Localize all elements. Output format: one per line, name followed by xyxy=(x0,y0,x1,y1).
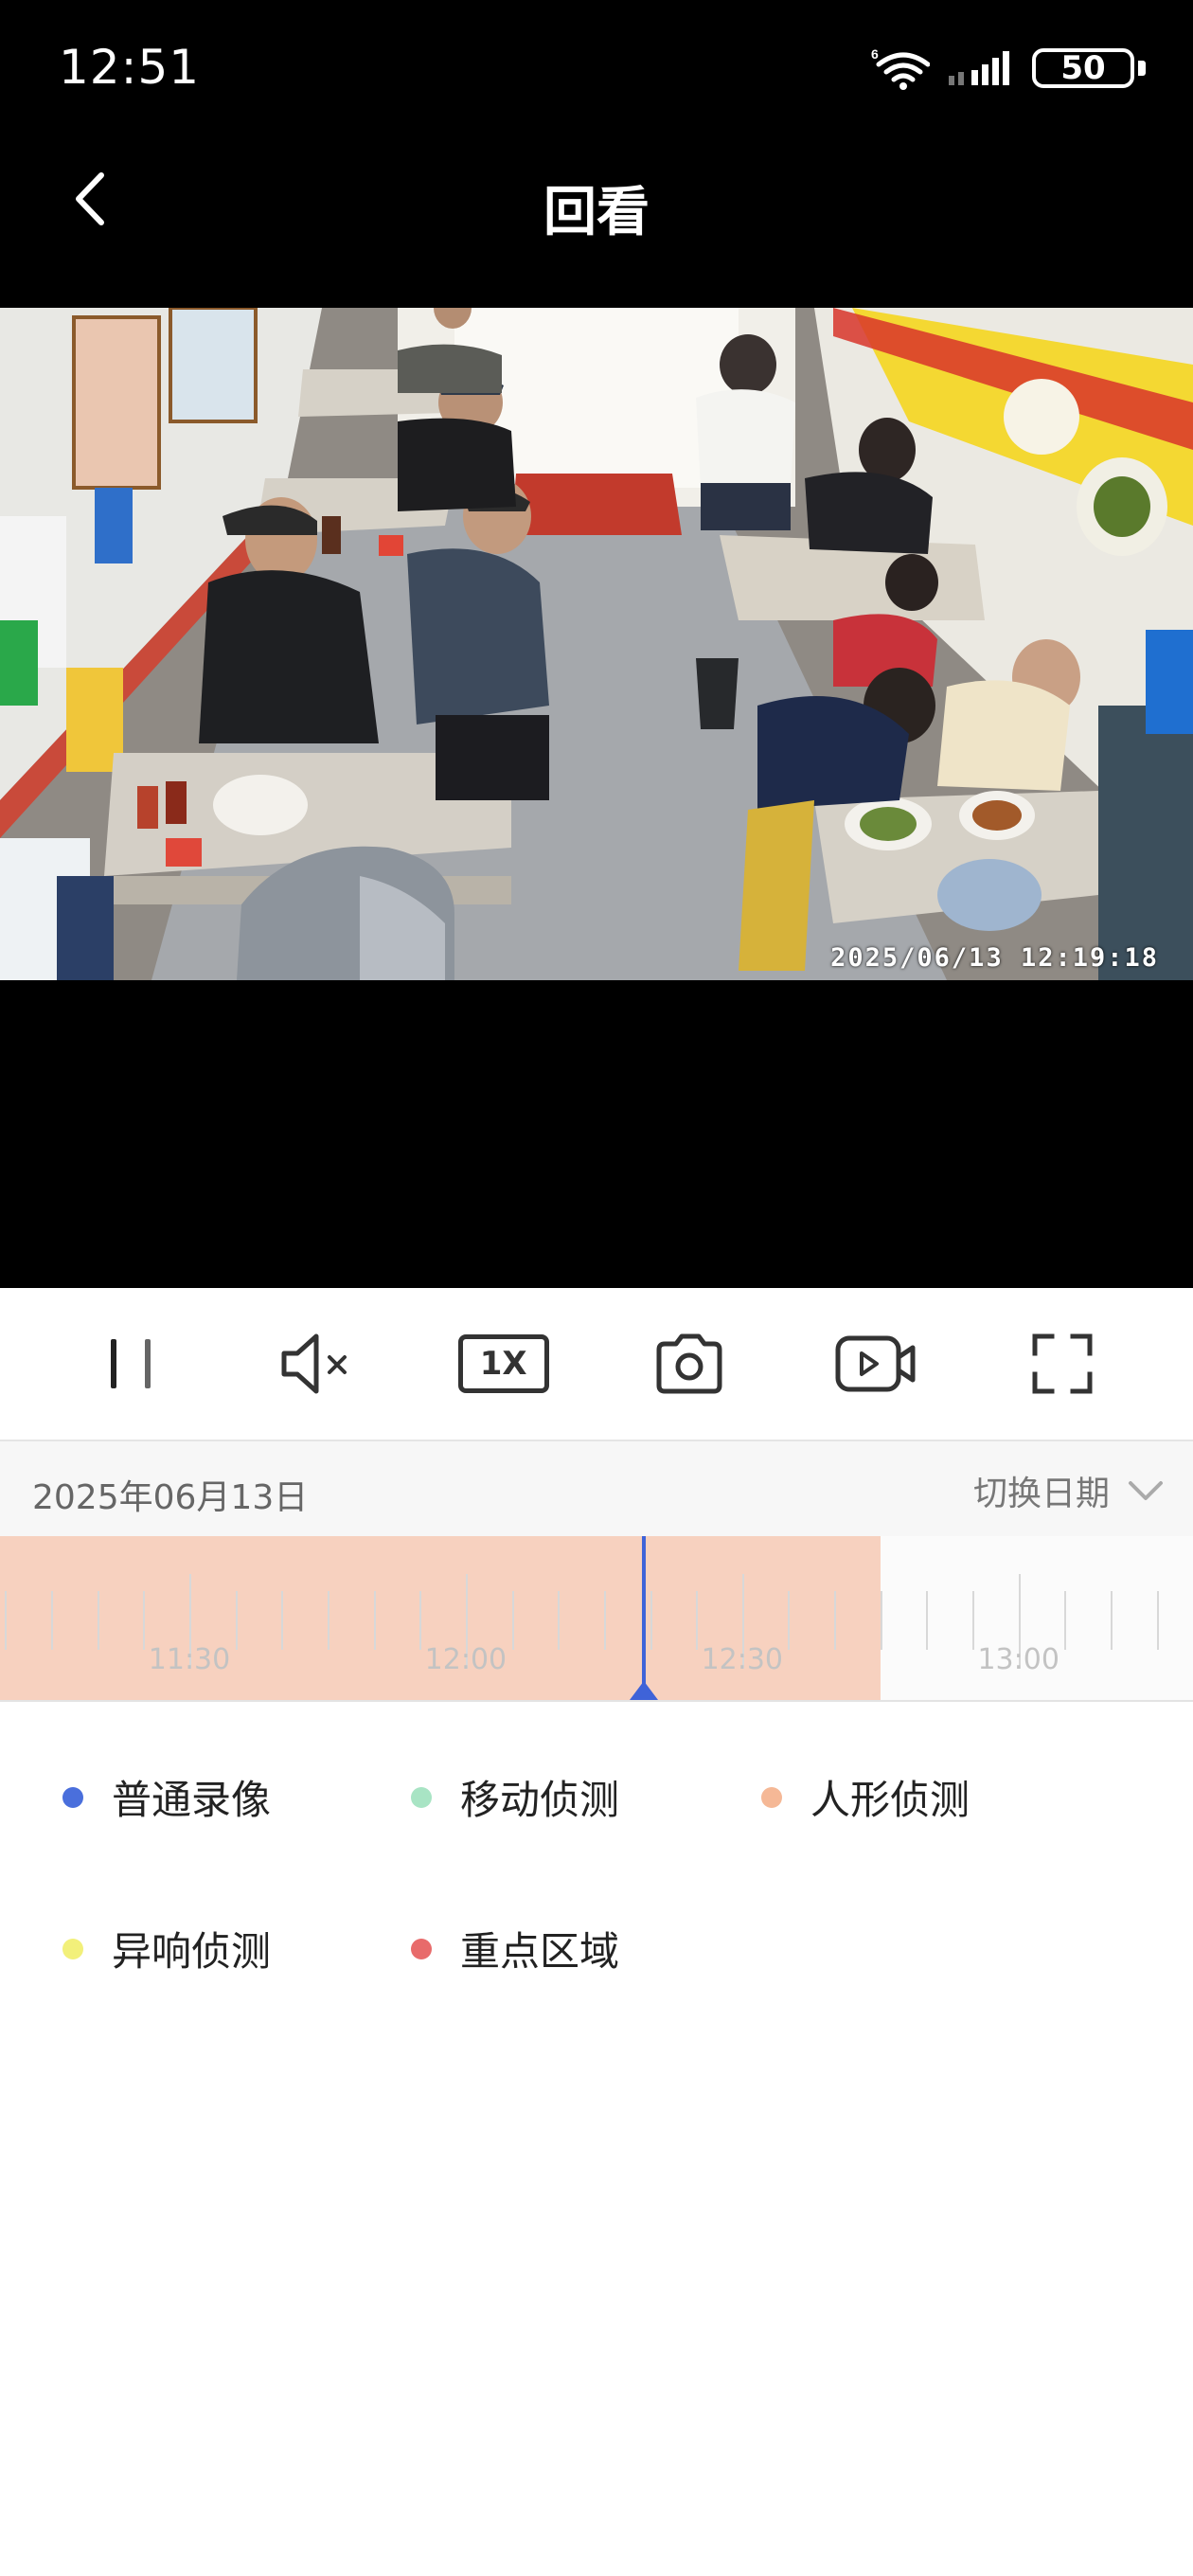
timeline-tick xyxy=(327,1591,329,1650)
timeline-tick xyxy=(419,1591,422,1650)
legend-label: 异响侦测 xyxy=(112,1928,272,1975)
cellular-signal-icon xyxy=(949,51,1009,85)
svg-text:6: 6 xyxy=(871,46,879,62)
timeline-tick xyxy=(926,1591,929,1650)
date-row: 2025年06月13日 切换日期 xyxy=(0,1441,1193,1536)
speed-label: 1X xyxy=(457,1334,549,1393)
current-date: 2025年06月13日 xyxy=(32,1478,309,1517)
mute-button[interactable] xyxy=(260,1307,374,1421)
snapshot-button[interactable] xyxy=(632,1307,746,1421)
timeline-tick xyxy=(558,1591,561,1650)
legend-dot xyxy=(411,1938,432,1959)
fullscreen-icon xyxy=(1032,1333,1093,1394)
pause-button[interactable] xyxy=(74,1307,187,1421)
timeline-tick-label: 13:00 xyxy=(977,1643,1059,1676)
legend-item: 移动侦测 xyxy=(411,1768,619,1826)
timeline-tick xyxy=(51,1591,54,1650)
timeline-tick xyxy=(972,1591,975,1650)
timeline-scrubber[interactable]: 11:30 12:00 12:30 13:00 xyxy=(0,1536,1193,1702)
battery-icon: 50 xyxy=(1032,45,1146,92)
video-record-icon xyxy=(835,1335,916,1392)
timeline-tick xyxy=(788,1591,791,1650)
legend-item: 人形侦测 xyxy=(761,1768,970,1826)
legend-label: 移动侦测 xyxy=(460,1777,620,1823)
timeline-recorded-range xyxy=(0,1536,881,1700)
legend-label: 人形侦测 xyxy=(810,1777,970,1823)
video-player[interactable]: 2025/06/13 12:19:18 xyxy=(0,308,1193,980)
timeline-tick xyxy=(97,1591,99,1650)
chevron-down-icon xyxy=(1129,1481,1163,1500)
legend-label: 重点区域 xyxy=(460,1928,620,1975)
video-letterbox xyxy=(0,980,1193,1288)
timeline-tick xyxy=(511,1591,514,1650)
timeline-cursor-handle[interactable] xyxy=(629,1681,658,1700)
timeline-tick xyxy=(1111,1591,1113,1650)
playback-controls: 1X xyxy=(0,1288,1193,1441)
legend-dot xyxy=(761,1786,782,1808)
title-bar: 回看 xyxy=(0,137,1193,308)
switch-date-label: 切换日期 xyxy=(972,1475,1110,1513)
camera-feed-image xyxy=(0,308,1193,980)
legend-dot xyxy=(411,1786,432,1808)
legend-label: 普通录像 xyxy=(112,1777,272,1823)
legend-dot xyxy=(62,1938,83,1959)
page-title: 回看 xyxy=(543,182,650,243)
timeline-tick xyxy=(696,1591,699,1650)
timeline-tick xyxy=(373,1591,376,1650)
wifi-icon: 6 xyxy=(871,46,930,90)
event-legend: 普通录像 移动侦测 人形侦测 异响侦测 重点区域 xyxy=(0,1702,1193,2014)
timeline-tick xyxy=(1156,1591,1159,1650)
timeline-tick xyxy=(880,1591,882,1650)
timeline-tick xyxy=(1064,1591,1067,1650)
fullscreen-button[interactable] xyxy=(1006,1307,1119,1421)
timeline-tick xyxy=(143,1591,146,1650)
legend-item: 普通录像 xyxy=(62,1768,271,1826)
timeline-tick xyxy=(281,1591,284,1650)
pause-icon xyxy=(111,1339,151,1388)
timeline-tick xyxy=(834,1591,837,1650)
legend-item: 异响侦测 xyxy=(62,1920,271,1977)
status-bar: 12:51 6 50 xyxy=(0,0,1193,137)
timeline-tick xyxy=(235,1591,238,1650)
timeline-cursor[interactable] xyxy=(641,1536,646,1700)
legend-dot xyxy=(62,1786,83,1808)
timeline-tick xyxy=(650,1591,652,1650)
timeline-tick-label: 12:00 xyxy=(424,1643,507,1676)
status-icons: 6 50 xyxy=(871,42,1146,95)
timeline-tick-label: 12:30 xyxy=(701,1643,784,1676)
legend-item: 重点区域 xyxy=(411,1920,619,1977)
camera-icon xyxy=(656,1333,722,1394)
battery-level: 50 xyxy=(1060,49,1106,87)
timeline-tick-label: 11:30 xyxy=(148,1643,231,1676)
switch-date-button[interactable]: 切换日期 xyxy=(973,1466,1165,1515)
record-button[interactable] xyxy=(819,1307,933,1421)
status-time: 12:51 xyxy=(59,40,201,95)
speed-button[interactable]: 1X xyxy=(447,1307,561,1421)
timeline-tick xyxy=(5,1591,8,1650)
mute-icon xyxy=(281,1333,347,1394)
timeline-tick xyxy=(603,1591,606,1650)
video-timestamp: 2025/06/13 12:19:18 xyxy=(830,943,1159,973)
